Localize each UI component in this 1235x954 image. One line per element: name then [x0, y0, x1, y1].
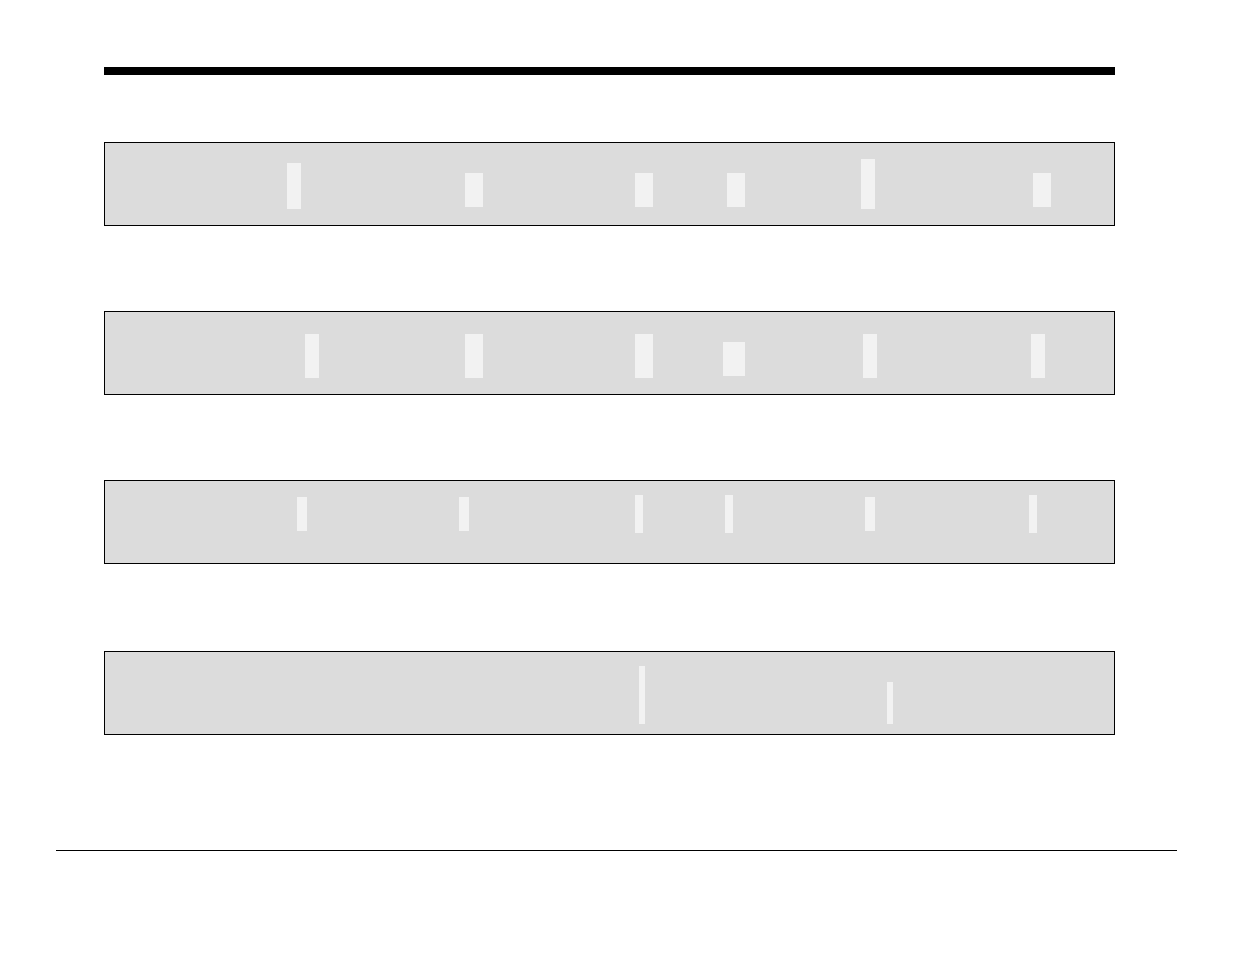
column-ghost: [887, 682, 893, 724]
column-ghost: [635, 495, 643, 533]
column-ghost: [465, 334, 483, 378]
table-4: [104, 651, 1115, 735]
table-1: [104, 142, 1115, 226]
column-ghost: [297, 497, 307, 531]
column-ghost: [723, 342, 745, 376]
column-ghost: [639, 666, 645, 724]
column-ghost: [459, 497, 469, 531]
bottom-rule: [56, 850, 1177, 851]
table-2: [104, 311, 1115, 395]
column-ghost: [287, 163, 301, 209]
column-ghost: [465, 173, 483, 207]
column-ghost: [725, 495, 733, 533]
column-ghost: [861, 159, 875, 209]
column-ghost: [865, 497, 875, 531]
column-ghost: [1029, 495, 1037, 533]
column-ghost: [305, 334, 319, 378]
column-ghost: [863, 334, 877, 378]
column-ghost: [727, 173, 745, 207]
column-ghost: [635, 334, 653, 378]
page: [0, 0, 1235, 954]
column-ghost: [635, 173, 653, 207]
column-ghost: [1033, 173, 1051, 207]
table-3: [104, 480, 1115, 564]
top-rule: [104, 67, 1115, 75]
column-ghost: [1031, 334, 1045, 378]
